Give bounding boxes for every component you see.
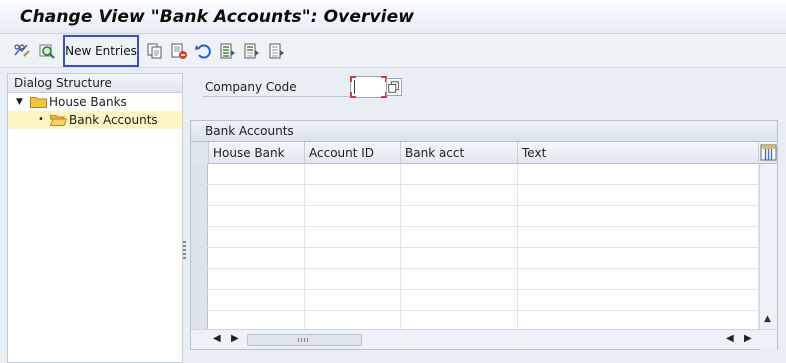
select-all-icon[interactable] — [219, 42, 237, 60]
column-header-bank-acct[interactable]: Bank acct — [401, 142, 518, 164]
table-cell[interactable] — [209, 290, 305, 310]
table-row[interactable] — [191, 227, 759, 248]
table-cell[interactable] — [401, 164, 518, 184]
table-cell[interactable] — [401, 206, 518, 226]
delete-icon[interactable] — [170, 42, 188, 60]
table-cell[interactable] — [518, 206, 759, 226]
vertical-scrollbar[interactable]: ▲ ▼ — [759, 164, 777, 350]
table-cell[interactable] — [401, 269, 518, 289]
table-row[interactable] — [191, 269, 759, 290]
scroll-right-icon[interactable]: ▶ — [231, 333, 239, 344]
application-toolbar: New Entries — [0, 34, 786, 68]
row-selector[interactable] — [191, 164, 208, 184]
folder-icon — [30, 96, 47, 108]
bullet-icon: • — [38, 114, 44, 125]
table-cell[interactable] — [305, 164, 401, 184]
select-block-icon[interactable] — [243, 42, 261, 60]
row-selector[interactable] — [191, 185, 208, 205]
table-cell[interactable] — [209, 164, 305, 184]
column-header-account-id[interactable]: Account ID — [305, 142, 401, 164]
column-header-text[interactable]: Text — [518, 142, 759, 164]
deselect-all-icon[interactable] — [268, 42, 286, 60]
row-selector[interactable] — [191, 227, 208, 247]
row-selector[interactable] — [191, 206, 208, 226]
row-selector[interactable] — [191, 290, 208, 310]
details-icon[interactable] — [38, 42, 56, 60]
table-cell[interactable] — [209, 311, 305, 331]
bank-accounts-table-panel: Bank Accounts House Bank Account ID Bank… — [190, 120, 778, 350]
copy-icon[interactable] — [146, 42, 164, 60]
panel-splitter[interactable] — [183, 73, 187, 363]
table-cell[interactable] — [518, 164, 759, 184]
table-cell[interactable] — [209, 269, 305, 289]
table-cell[interactable] — [401, 227, 518, 247]
row-selector[interactable] — [191, 269, 208, 289]
row-selector[interactable] — [191, 311, 208, 331]
company-code-input[interactable] — [350, 76, 387, 98]
expand-arrow-icon[interactable]: ▼ — [16, 93, 23, 111]
table-cell[interactable] — [401, 185, 518, 205]
table-cell[interactable] — [209, 227, 305, 247]
table-cell[interactable] — [305, 206, 401, 226]
value-help-icon — [388, 81, 399, 93]
column-scroll-right-icon[interactable]: ▶ — [744, 333, 752, 344]
table-cell[interactable] — [209, 248, 305, 268]
field-underline — [203, 96, 350, 97]
company-code-label: Company Code — [205, 80, 297, 94]
row-selector[interactable] — [191, 248, 208, 268]
table-cell[interactable] — [305, 248, 401, 268]
scroll-up-icon[interactable]: ▲ — [764, 314, 771, 324]
value-help-button[interactable] — [386, 78, 402, 96]
scroll-thumb[interactable] — [247, 334, 362, 346]
table-cell[interactable] — [518, 269, 759, 289]
tree-item-house-banks[interactable]: ▼ House Banks — [8, 93, 182, 111]
open-folder-icon — [50, 114, 67, 126]
table-cell[interactable] — [401, 290, 518, 310]
dialog-structure-panel: Dialog Structure ▼ House Banks • Bank Ac… — [7, 73, 183, 363]
tree-item-bank-accounts[interactable]: • Bank Accounts — [8, 111, 182, 129]
select-all-header-cell[interactable] — [191, 142, 209, 164]
new-entries-button[interactable]: New Entries — [63, 35, 139, 67]
title-bar: Change View "Bank Accounts": Overview — [0, 0, 786, 34]
table-row[interactable] — [191, 290, 759, 311]
table-row[interactable] — [191, 248, 759, 269]
table-cell[interactable] — [518, 185, 759, 205]
table-cell[interactable] — [518, 248, 759, 268]
table-header-row: House Bank Account ID Bank acct Text — [191, 142, 777, 164]
table-cell[interactable] — [518, 290, 759, 310]
table-cell[interactable] — [305, 311, 401, 331]
table-cell[interactable] — [401, 248, 518, 268]
scroll-left-icon[interactable]: ◀ — [213, 333, 221, 344]
table-cell[interactable] — [209, 206, 305, 226]
table-cell[interactable] — [518, 311, 759, 331]
table-cell[interactable] — [209, 185, 305, 205]
table-row[interactable] — [191, 164, 759, 185]
tree-item-label: Bank Accounts — [69, 113, 158, 127]
table-cell[interactable] — [305, 269, 401, 289]
dialog-structure-header: Dialog Structure — [8, 74, 182, 93]
tree-item-label: House Banks — [49, 95, 127, 109]
table-cell[interactable] — [305, 290, 401, 310]
table-row[interactable] — [191, 185, 759, 206]
table-row[interactable] — [191, 206, 759, 227]
display-change-icon[interactable] — [13, 42, 31, 60]
undo-change-icon[interactable] — [194, 42, 212, 60]
column-scroll-left-icon[interactable]: ◀ — [726, 333, 734, 344]
table-cell[interactable] — [305, 185, 401, 205]
table-cell[interactable] — [518, 227, 759, 247]
page-title: Change View "Bank Accounts": Overview — [20, 7, 415, 27]
table-title: Bank Accounts — [191, 121, 777, 142]
horizontal-scrollbar[interactable]: ◀ ▶ ◀ ▶ — [191, 329, 777, 349]
table-cell[interactable] — [401, 311, 518, 331]
column-header-house-bank[interactable]: House Bank — [209, 142, 305, 164]
table-cell[interactable] — [305, 227, 401, 247]
table-settings-icon[interactable] — [760, 144, 777, 161]
